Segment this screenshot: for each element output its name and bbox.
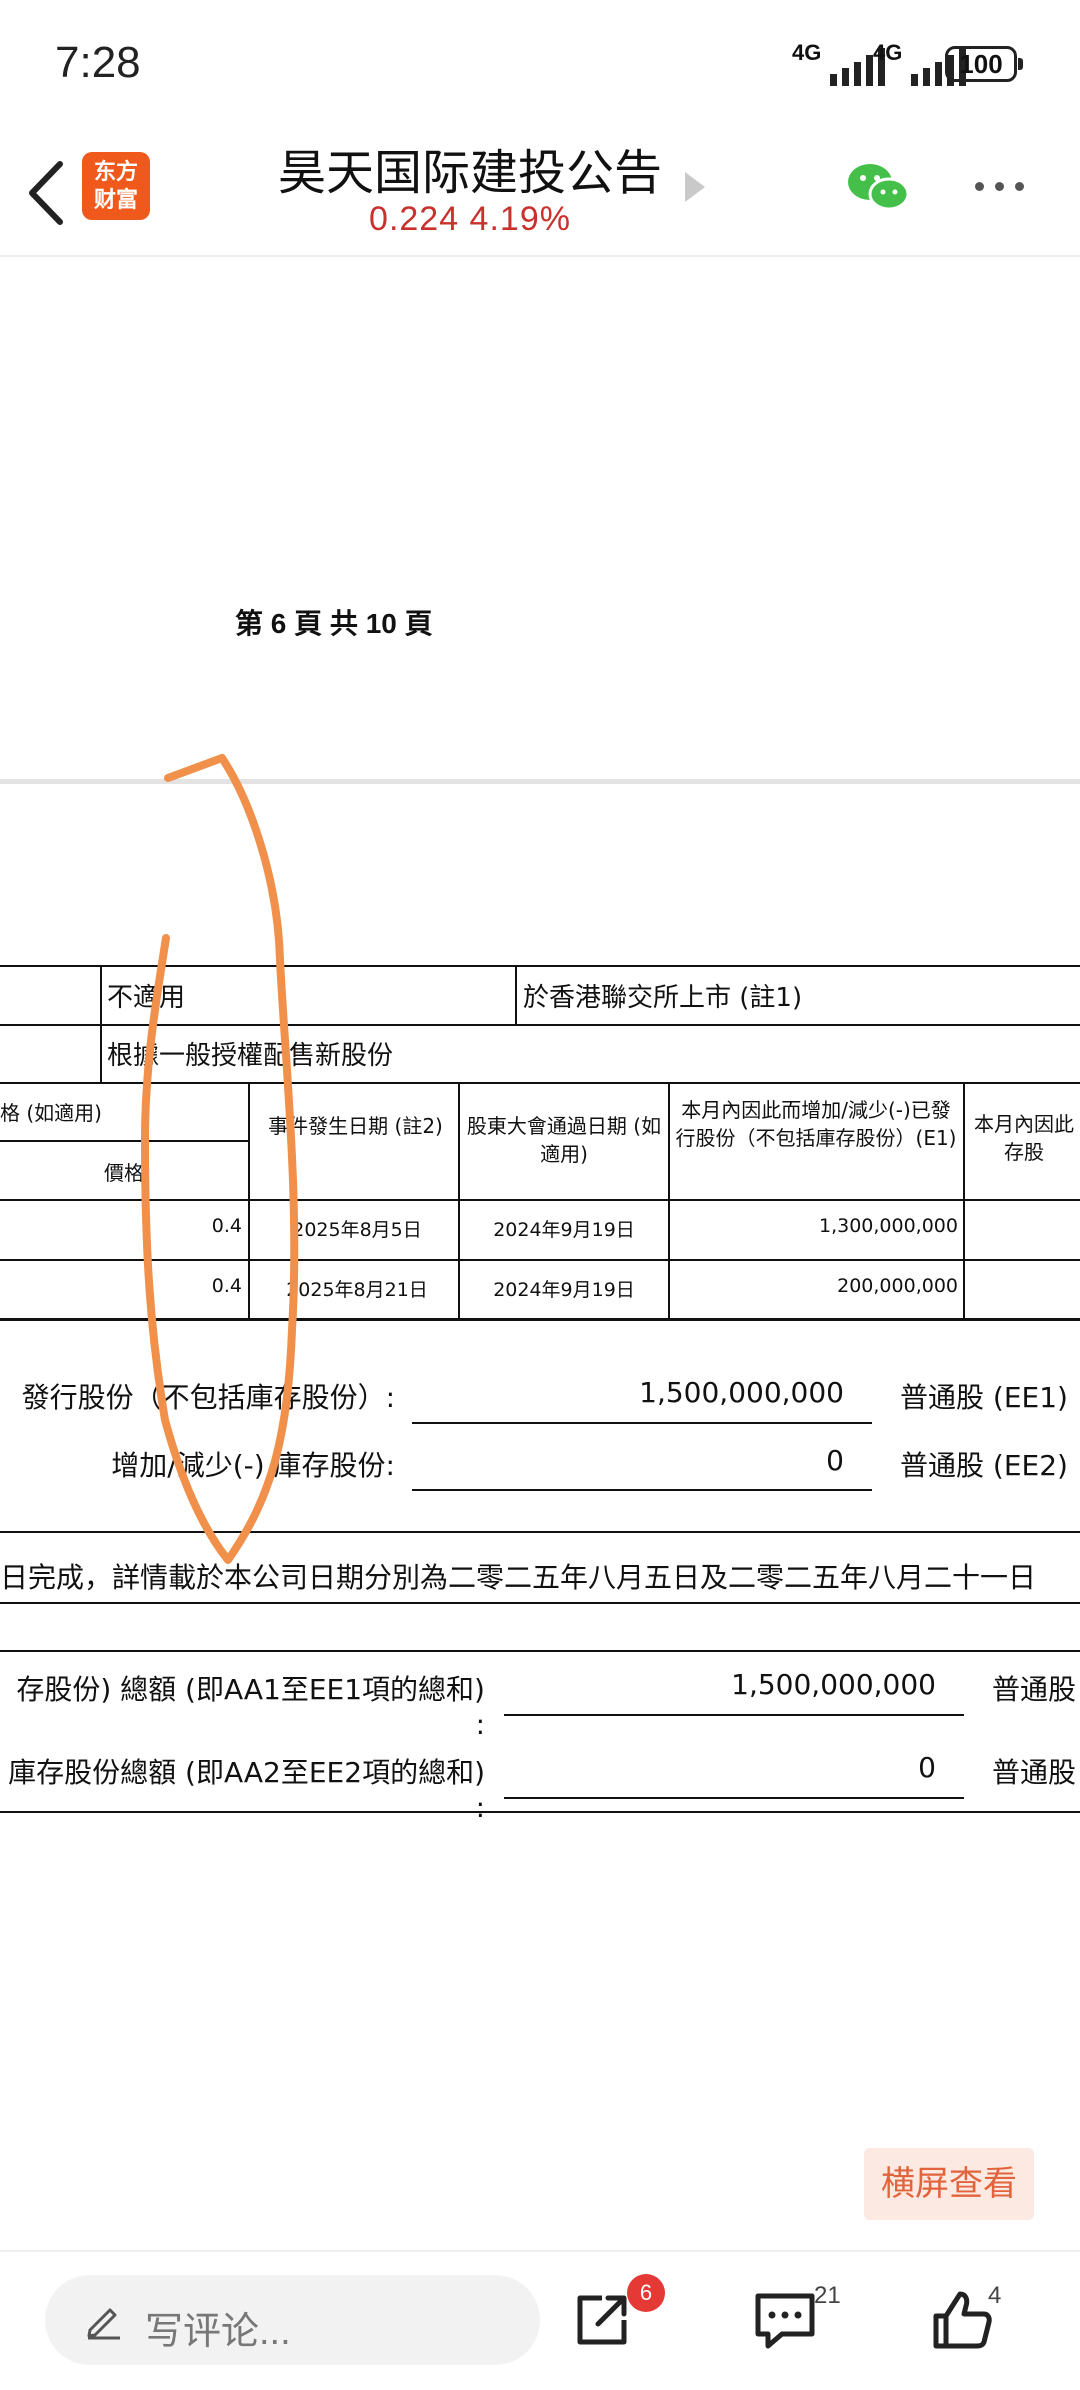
annotation-scribble bbox=[141, 754, 299, 1564]
like-icon[interactable] bbox=[930, 2288, 994, 2352]
likes-count: 4 bbox=[988, 2282, 1002, 2309]
comment-icon[interactable] bbox=[752, 2290, 818, 2352]
landscape-view-button[interactable]: 横屏查看 bbox=[864, 2148, 1034, 2220]
comment-placeholder: 写评论... bbox=[145, 2311, 291, 2353]
share-badge: 6 bbox=[627, 2274, 665, 2312]
share-icon[interactable] bbox=[572, 2290, 632, 2350]
comments-count: 21 bbox=[814, 2282, 841, 2309]
pencil-icon bbox=[87, 2308, 120, 2340]
